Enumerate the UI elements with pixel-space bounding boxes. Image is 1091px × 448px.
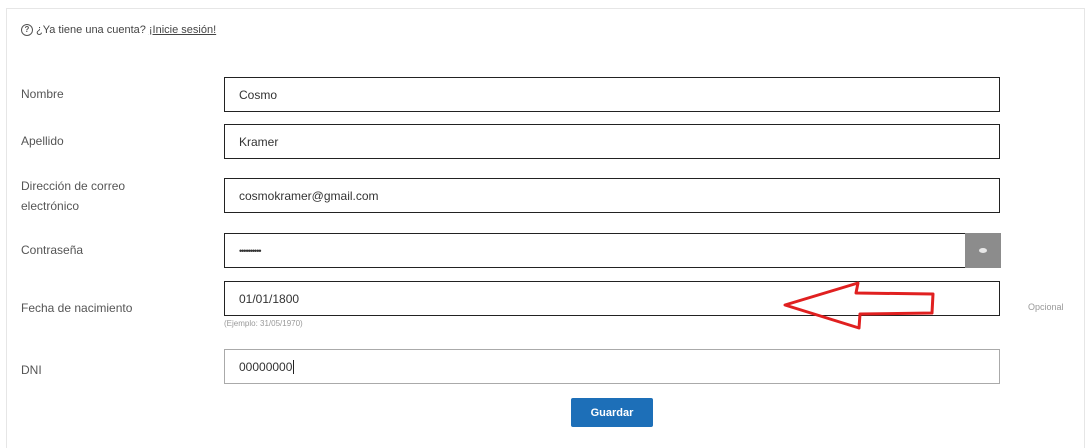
email-label: Dirección de correo electrónico <box>21 179 126 213</box>
dni-field[interactable]: 00000000 <box>224 349 1000 384</box>
birthdate-hint: (Ejemplo: 31/05/1970) <box>224 319 303 328</box>
password-value: •••••••••• <box>239 245 261 256</box>
apellido-label: Apellido <box>21 134 64 148</box>
birthdate-value: 01/01/1800 <box>239 291 300 306</box>
email-field[interactable]: cosmokramer@gmail.com <box>224 178 1000 213</box>
show-password-button[interactable] <box>965 233 1001 268</box>
birthdate-field[interactable]: 01/01/1800 <box>224 281 1000 316</box>
text-caret <box>293 359 295 374</box>
password-field[interactable]: •••••••••• <box>224 233 966 268</box>
dni-label: DNI <box>21 363 42 377</box>
apellido-value: Kramer <box>239 134 279 149</box>
nombre-label: Nombre <box>21 87 64 101</box>
apellido-field[interactable]: Kramer <box>224 124 1000 159</box>
eye-icon <box>979 248 987 253</box>
email-value: cosmokramer@gmail.com <box>239 188 379 203</box>
birthdate-label: Fecha de nacimiento <box>21 301 133 315</box>
dni-value: 00000000 <box>239 359 293 374</box>
nombre-field[interactable]: Cosmo <box>224 77 1000 112</box>
nombre-value: Cosmo <box>239 87 278 102</box>
login-prompt-text: ¿Ya tiene una cuenta? <box>36 24 146 36</box>
optional-label: Opcional <box>1028 302 1064 312</box>
login-prompt: ? ¿Ya tiene una cuenta? ¡Inicie sesión! <box>21 24 216 36</box>
question-circle-icon: ? <box>21 24 33 36</box>
save-button[interactable]: Guardar <box>571 398 653 427</box>
login-link[interactable]: ¡Inicie sesión! <box>149 24 216 36</box>
password-label: Contraseña <box>21 243 84 257</box>
